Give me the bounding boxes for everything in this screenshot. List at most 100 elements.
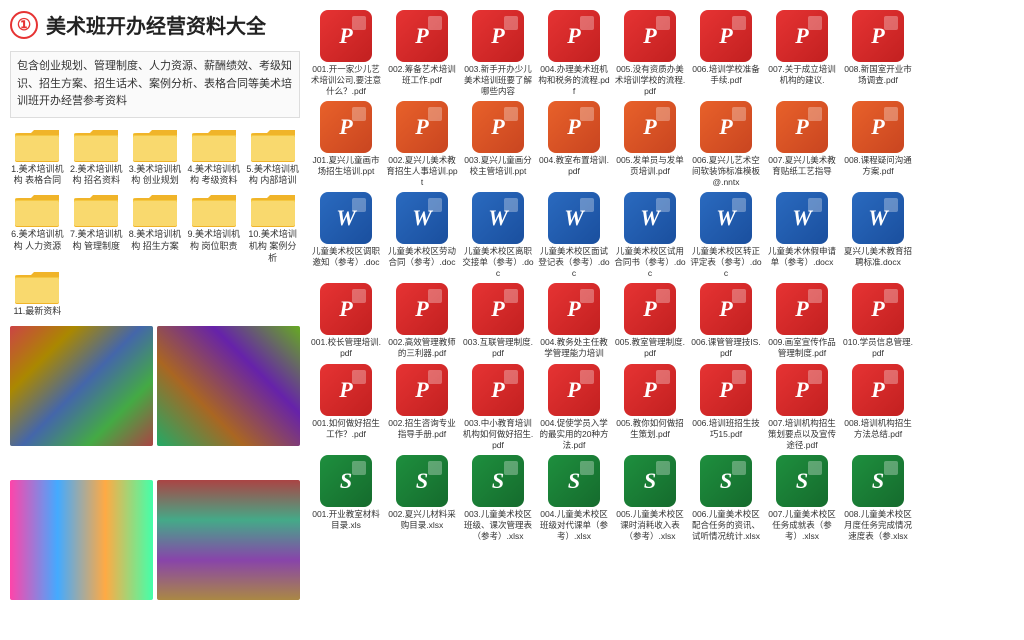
file-icon-ppt: P	[548, 101, 600, 153]
file-label: 010.学员信息管理.pdf	[842, 337, 914, 359]
file-item-4-4[interactable]: P 005.教你如何做招生策划.pdf	[614, 364, 686, 440]
file-item-0-1[interactable]: P 002.筹备艺术培训班工作.pdf	[386, 10, 458, 86]
file-type-letter: W	[488, 205, 508, 231]
file-type-letter: W	[640, 205, 660, 231]
file-item-2-4[interactable]: W 儿童美术校区试用合同书（参考）.doc	[614, 192, 686, 279]
file-item-3-1[interactable]: P 002.高效管理教师的三利器.pdf	[386, 283, 458, 359]
file-label: 008.课程疑问沟通方案.pdf	[842, 155, 914, 177]
file-icon-word: W	[776, 192, 828, 244]
file-item-2-5[interactable]: W 儿童美术校区转正评定表（参考）.doc	[690, 192, 762, 279]
file-item-0-0[interactable]: P 001.开一家少儿艺术培训公司,要注意什么？.pdf	[310, 10, 382, 97]
file-item-5-0[interactable]: S 001.开业教室材料目录.xls	[310, 455, 382, 531]
folder-item-5[interactable]: 6.美术培训机构 人力资源	[10, 191, 65, 264]
file-item-5-6[interactable]: S 007.儿童美术校区任务成就表（参考）.xlsx	[766, 455, 838, 542]
file-icon-xls: S	[624, 455, 676, 507]
file-type-letter: P	[415, 23, 428, 49]
file-item-0-2[interactable]: P 003.新手开办少儿美术培训班要了解哪些内容	[462, 10, 534, 97]
file-item-2-6[interactable]: W 儿童美术休假申请单（参考）.docx	[766, 192, 838, 268]
file-item-5-7[interactable]: S 008.儿童美术校区月度任务完成情况速度表（参.xlsx	[842, 455, 914, 542]
file-icon-pdf: P	[700, 10, 752, 62]
file-item-0-3[interactable]: P 004.办理美术班机构和税务的流程.pdf	[538, 10, 610, 97]
file-item-1-3[interactable]: P 004.教室布置培训.pdf	[538, 101, 610, 177]
file-item-2-1[interactable]: W 儿童美术校区劳动合同（参考）.doc	[386, 192, 458, 268]
file-item-5-3[interactable]: S 004.儿童美术校区班级对代课单（参考）.xlsx	[538, 455, 610, 542]
file-item-3-4[interactable]: P 005.教室管理制度.pdf	[614, 283, 686, 359]
file-item-5-4[interactable]: S 005.儿童美术校区课时消耗收入表（参考）.xlsx	[614, 455, 686, 542]
folder-item-10[interactable]: 11.最新资料	[10, 268, 65, 318]
file-item-0-6[interactable]: P 007.关于成立培训机构的建议.	[766, 10, 838, 86]
file-item-1-2[interactable]: P 003.夏兴儿童画分校主管培训.ppt	[462, 101, 534, 177]
file-item-0-7[interactable]: P 008.新国室开业市场调查.pdf	[842, 10, 914, 86]
folder-label: 2.美术培训机构 招名资料	[69, 164, 124, 187]
folder-item-4[interactable]: 5.美术培训机构 内部培训	[245, 126, 300, 187]
file-item-4-6[interactable]: P 007.培训机构招生策划要点以及宣传途径.pdf	[766, 364, 838, 451]
file-item-1-5[interactable]: P 006.夏兴儿艺术空间软装饰标准模板@.nntx	[690, 101, 762, 188]
file-item-4-3[interactable]: P 004.促使学员入学的最实用的20种方法.pdf	[538, 364, 610, 451]
file-item-3-2[interactable]: P 003.互联管理制度.pdf	[462, 283, 534, 359]
photos-grid	[10, 326, 300, 630]
file-item-3-7[interactable]: P 010.学员信息管理.pdf	[842, 283, 914, 359]
file-item-2-0[interactable]: W 儿童美术校区调职邀知（参考）.doc	[310, 192, 382, 268]
file-label: 儿童美术校区面试登记表（参考）.doc	[538, 246, 610, 279]
file-item-5-2[interactable]: S 003.儿童美术校区班级、课次管理表（参考）.xlsx	[462, 455, 534, 542]
file-item-4-2[interactable]: P 003.中小教育培训机构如何做好招生.pdf	[462, 364, 534, 451]
file-icon-xls: S	[776, 455, 828, 507]
folder-item-7[interactable]: 8.美术培训机构 招生方案	[128, 191, 183, 264]
file-type-letter: P	[871, 114, 884, 140]
file-icon-pdf: P	[852, 283, 904, 335]
file-item-5-5[interactable]: S 006.儿童美术校区配合任务的资讯、试听情况统计.xlsx	[690, 455, 762, 542]
folder-item-0[interactable]: 1.美术培训机构 表格合同	[10, 126, 65, 187]
file-type-letter: S	[492, 468, 504, 494]
file-item-1-1[interactable]: P 002.夏兴儿美术教育招生人事培训.ppt	[386, 101, 458, 188]
file-icon-pdf: P	[320, 283, 372, 335]
file-item-0-5[interactable]: P 006.培训学校准备手续.pdf	[690, 10, 762, 86]
folder-icon	[15, 268, 59, 304]
file-item-0-4[interactable]: P 005.没有资质办美术培训学校的流程.pdf	[614, 10, 686, 97]
file-item-1-7[interactable]: P 008.课程疑问沟通方案.pdf	[842, 101, 914, 177]
file-icon-ppt: P	[320, 101, 372, 153]
file-label: 009.画室宣传作品管理制度.pdf	[766, 337, 838, 359]
photo-1	[10, 326, 153, 446]
file-type-letter: P	[871, 23, 884, 49]
file-label: 004.教室布置培训.pdf	[538, 155, 610, 177]
folder-item-2[interactable]: 3.美术培训机构 创业规划	[128, 126, 183, 187]
file-item-2-7[interactable]: W 夏兴儿美术教育招聘标准.docx	[842, 192, 914, 268]
folder-item-3[interactable]: 4.美术培训机构 考级资料	[186, 126, 241, 187]
file-item-3-6[interactable]: P 009.画室宣传作品管理制度.pdf	[766, 283, 838, 359]
page-title: 美术班开办经营资料大全	[46, 10, 266, 39]
file-type-letter: P	[491, 296, 504, 322]
file-item-1-0[interactable]: P J01.夏兴儿童画市场招生培训.ppt	[310, 101, 382, 177]
file-type-letter: W	[564, 205, 584, 231]
folder-item-6[interactable]: 7.美术培训机构 管理制度	[69, 191, 124, 264]
folder-item-1[interactable]: 2.美术培训机构 招名资料	[69, 126, 124, 187]
file-item-4-0[interactable]: P 001.如何做好招生工作？.pdf	[310, 364, 382, 440]
file-label: 006.培训班招生技巧15.pdf	[690, 418, 762, 440]
file-type-letter: W	[336, 205, 356, 231]
file-item-5-1[interactable]: S 002.夏兴儿材料采购目录.xlsx	[386, 455, 458, 531]
file-item-3-5[interactable]: P 006.课管管理技IS.pdf	[690, 283, 762, 359]
file-icon-pdf: P	[396, 364, 448, 416]
file-item-4-5[interactable]: P 006.培训班招生技巧15.pdf	[690, 364, 762, 440]
file-label: 夏兴儿美术教育招聘标准.docx	[842, 246, 914, 268]
folder-item-9[interactable]: 10.美术培训机构 案例分析	[245, 191, 300, 264]
file-type-letter: P	[795, 23, 808, 49]
file-item-4-1[interactable]: P 002.招生咨询专业指导手册.pdf	[386, 364, 458, 440]
file-item-2-2[interactable]: W 儿童美术校区离职交接单（参考）.doc	[462, 192, 534, 279]
file-icon-pdf: P	[396, 283, 448, 335]
file-item-1-4[interactable]: P 005.发单员与发单页培训.pdf	[614, 101, 686, 177]
file-icon-ppt: P	[852, 101, 904, 153]
file-item-4-7[interactable]: P 008.培训机构招生方法总结.pdf	[842, 364, 914, 440]
file-label: 002.招生咨询专业指导手册.pdf	[386, 418, 458, 440]
folder-item-8[interactable]: 9.美术培训机构 岗位职责	[186, 191, 241, 264]
file-item-3-0[interactable]: P 001.校长管理培训.pdf	[310, 283, 382, 359]
file-type-letter: S	[720, 468, 732, 494]
folder-icon	[192, 126, 236, 162]
file-row-5: S 001.开业教室材料目录.xls S 002.夏兴儿材料采购目录.xlsx …	[310, 455, 1014, 542]
folder-label: 1.美术培训机构 表格合同	[10, 164, 65, 187]
file-type-letter: P	[567, 23, 580, 49]
file-item-3-3[interactable]: P 004.教务处主任教学管理能力培训	[538, 283, 610, 359]
file-item-1-6[interactable]: P 007.夏兴儿美术教育贴纸工艺指导	[766, 101, 838, 177]
file-label: 006.儿童美术校区配合任务的资讯、试听情况统计.xlsx	[690, 509, 762, 542]
file-type-letter: W	[412, 205, 432, 231]
file-item-2-3[interactable]: W 儿童美术校区面试登记表（参考）.doc	[538, 192, 610, 279]
